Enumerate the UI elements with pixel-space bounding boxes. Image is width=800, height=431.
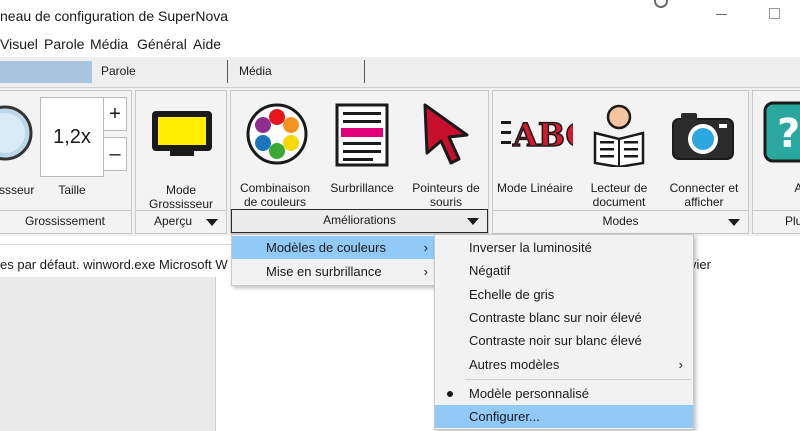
surbrillance-label: Surbrillance (330, 181, 394, 195)
magnifier-label: ssseur (0, 183, 35, 197)
maximize-icon[interactable] (769, 8, 780, 19)
menu-item-label: Inverser la luminosité (469, 240, 592, 255)
group-apercu-footer[interactable]: Aperçu (136, 210, 226, 233)
abc-linear-icon[interactable]: ABC (501, 113, 573, 153)
menu-item-negatif[interactable]: Négatif (435, 259, 693, 282)
zoom-out-button[interactable]: – (103, 137, 127, 171)
tab-media-label: Média (239, 64, 272, 78)
tab-visuel[interactable] (0, 61, 92, 83)
ribbon: ssseur 1,2x Taille + – Grossissement Mod… (0, 88, 800, 236)
ribbon-tabs: Parole Média (0, 57, 800, 88)
menu-item-label: Autres modèles (469, 357, 560, 372)
group-aide-title: Plu (785, 214, 800, 228)
menu-item-inverser-luminosite[interactable]: Inverser la luminosité (435, 236, 693, 259)
group-grossissement: ssseur 1,2x Taille + – Grossissement (0, 90, 132, 234)
help-question-icon[interactable]: ? (763, 101, 800, 163)
group-modes-footer[interactable]: Modes (493, 210, 748, 233)
menu-item-label: Modèle personnalisé (469, 386, 589, 401)
menu-general[interactable]: Général (137, 36, 187, 52)
svg-text:?: ? (777, 111, 800, 157)
group-aide: ? Aid Plu (752, 90, 800, 234)
menu-visuel[interactable]: Visuel (0, 36, 38, 52)
minimize-icon[interactable] (716, 14, 727, 15)
camera-icon[interactable] (671, 109, 735, 161)
zoom-size-label: Taille (58, 183, 86, 197)
menu-media[interactable]: Média (90, 36, 128, 52)
mouse-pointer-icon[interactable] (421, 101, 471, 167)
menu-item-autres-modeles[interactable]: Autres modèles › (435, 353, 693, 376)
menu-item-configurer[interactable]: Configurer... (435, 405, 693, 428)
zoom-level-display[interactable]: 1,2x (40, 97, 104, 177)
connecter-afficher-label: Connecter et afficher (669, 181, 739, 209)
ameliorations-menu: Modèles de couleurs › Mise en surbrillan… (231, 234, 439, 286)
left-pane (0, 277, 216, 431)
menu-item-label: Modèles de couleurs (266, 240, 386, 255)
highlight-document-icon[interactable] (335, 103, 389, 167)
tab-media[interactable]: Média (230, 60, 365, 83)
group-modes-title: Modes (602, 214, 639, 228)
menu-separator (465, 379, 691, 380)
ameliorations-dropdown-arrow-icon[interactable] (467, 218, 479, 225)
color-models-submenu: Inverser la luminosité Négatif Echelle d… (434, 234, 694, 430)
menu-item-contraste-noir-blanc[interactable]: Contraste noir sur blanc élevé (435, 329, 693, 352)
mode-lineaire-label: Mode Linéaire (496, 181, 574, 195)
magnifier-icon[interactable] (0, 99, 35, 169)
magnifier-screen-icon[interactable] (150, 109, 214, 159)
group-ameliorations: Combinaison de couleurs Surbrillance Poi… (230, 90, 489, 234)
menu-aide[interactable]: Aide (193, 36, 221, 52)
window-title: neau de configuration de SuperNova (0, 8, 229, 24)
help-circle-icon[interactable] (654, 0, 668, 8)
menu-item-label: Négatif (469, 263, 511, 278)
pointeurs-souris-label: Pointeurs de souris (412, 181, 480, 209)
menu-item-contraste-blanc-noir[interactable]: Contraste blanc sur noir élevé (435, 306, 693, 329)
menu-item-mise-surbrillance[interactable]: Mise en surbrillance › (232, 260, 438, 283)
submenu-arrow-icon: › (423, 264, 428, 279)
profile-path-text: es par défaut. winword.exe Microsoft W (0, 257, 228, 272)
menu-item-label: Contraste blanc sur noir élevé (469, 310, 642, 325)
submenu-arrow-icon: › (678, 357, 683, 372)
group-grossissement-footer: Grossissement (0, 210, 131, 233)
combinaison-couleurs-label: Combinaison de couleurs (239, 181, 311, 209)
group-modes: ABC Mode Linéaire Lecteur de document Co… (492, 90, 749, 234)
menu-item-modeles-couleurs[interactable]: Modèles de couleurs › (232, 236, 438, 259)
tab-parole[interactable]: Parole (92, 60, 228, 83)
svg-text:ABC: ABC (512, 116, 573, 153)
color-wheel-icon[interactable] (246, 103, 308, 165)
menu-item-label: Echelle de gris (469, 287, 555, 302)
apercu-dropdown-arrow-icon[interactable] (206, 219, 218, 226)
radio-bullet-icon (447, 391, 453, 397)
menu-parole[interactable]: Parole (44, 36, 84, 52)
menu-item-label: Mise en surbrillance (266, 264, 382, 279)
group-ameliorations-footer[interactable]: Améliorations (231, 209, 488, 233)
group-ameliorations-title: Améliorations (323, 213, 396, 227)
menu-item-label: Contraste noir sur blanc élevé (469, 333, 642, 348)
document-reader-icon[interactable] (591, 103, 647, 167)
tab-parole-label: Parole (101, 64, 136, 78)
modes-dropdown-arrow-icon[interactable] (728, 219, 740, 226)
menu-item-modele-personnalise[interactable]: Modèle personnalisé (435, 382, 693, 405)
menu-item-echelle-gris[interactable]: Echelle de gris (435, 283, 693, 306)
group-apercu-title: Aperçu (153, 214, 193, 228)
group-grossissement-title: Grossissement (24, 214, 106, 228)
group-aide-footer: Plu (753, 210, 800, 233)
menu-bar: Visuel Parole Média Général Aide (0, 34, 800, 54)
group-apercu: Mode Grossisseur Aperçu (135, 90, 227, 234)
lecteur-document-label: Lecteur de document (590, 181, 648, 209)
zoom-in-button[interactable]: + (103, 97, 127, 131)
menu-item-label: Configurer... (469, 409, 540, 424)
title-bar: neau de configuration de SuperNova (0, 0, 800, 32)
submenu-arrow-icon: › (423, 240, 428, 255)
aide-label: Aid (794, 181, 800, 195)
mode-grossisseur-label: Mode Grossisseur (148, 183, 213, 211)
